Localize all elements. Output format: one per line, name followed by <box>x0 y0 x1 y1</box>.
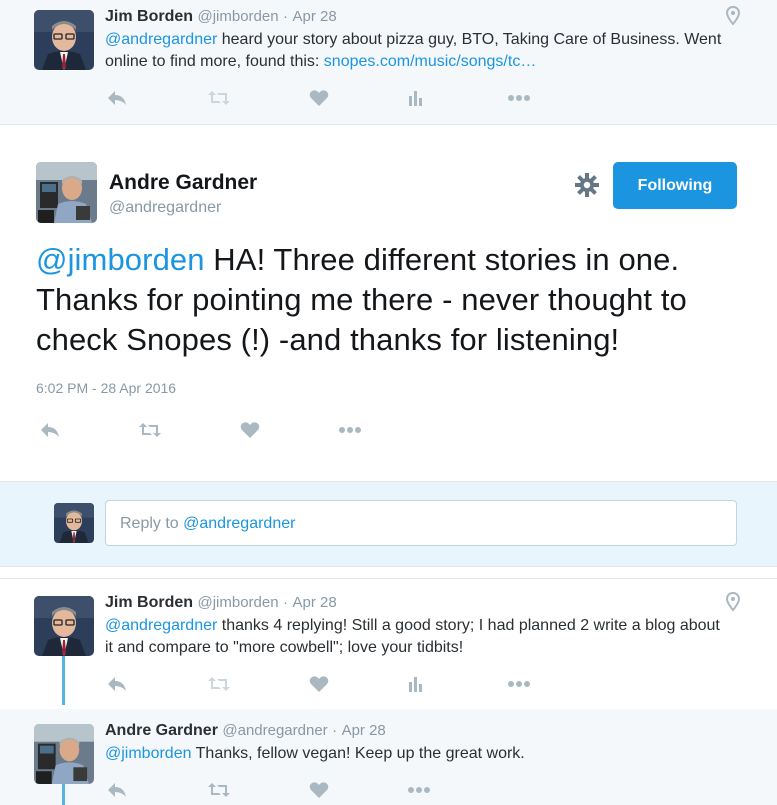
thread-connector <box>62 656 65 705</box>
mention-link[interactable]: @jimborden <box>105 745 192 762</box>
like-icon[interactable] <box>307 778 331 802</box>
tweet-text: @andregardner thanks 4 replying! Still a… <box>105 615 725 659</box>
analytics-icon[interactable] <box>403 86 427 110</box>
author-name[interactable]: Jim Borden <box>105 594 193 611</box>
analytics-icon[interactable] <box>403 672 427 696</box>
following-button[interactable]: Following <box>613 162 737 209</box>
tweet-date[interactable]: Apr 28 <box>292 594 336 611</box>
tweet-text: @andregardner heard your story about piz… <box>105 29 725 73</box>
reply-placeholder-mention: @andregardner <box>183 515 296 532</box>
current-user-avatar <box>54 503 94 543</box>
retweet-icon[interactable] <box>136 418 164 442</box>
tweet-text: @jimborden Thanks, fellow vegan! Keep up… <box>105 743 725 765</box>
like-icon[interactable] <box>307 86 331 110</box>
mention-link[interactable]: @andregardner <box>105 617 217 634</box>
author-handle[interactable]: @jimborden <box>197 594 278 611</box>
tweet-header: Jim Borden @jimborden · Apr 28 <box>105 593 337 613</box>
reply-placeholder-prefix: Reply to <box>120 515 184 532</box>
reply-icon[interactable] <box>105 778 129 802</box>
separator-dot: · <box>283 594 289 611</box>
separator-dot: · <box>332 722 338 739</box>
retweet-icon[interactable] <box>207 86 231 110</box>
avatar[interactable] <box>34 596 94 656</box>
mention-link[interactable]: @andregardner <box>105 31 217 48</box>
reply-icon[interactable] <box>105 86 129 110</box>
more-icon[interactable] <box>507 86 531 110</box>
tweet-header: Jim Borden @jimborden · Apr 28 <box>105 7 337 27</box>
more-icon[interactable] <box>407 778 431 802</box>
main-author-name[interactable]: Andre Gardner <box>109 171 257 195</box>
author-name[interactable]: Jim Borden <box>105 8 193 25</box>
url-link[interactable]: snopes.com/music/songs/tc… <box>324 53 537 70</box>
divider <box>0 124 777 125</box>
more-icon[interactable] <box>336 418 364 442</box>
like-icon[interactable] <box>236 418 264 442</box>
tweet-text-content: Thanks, fellow vegan! Keep up the great … <box>191 745 525 762</box>
tweet-timestamp[interactable]: 6:02 PM - 28 Apr 2016 <box>36 380 176 396</box>
main-tweet-text: @jimborden HA! Three different stories i… <box>36 240 756 360</box>
thread-connector <box>62 784 65 805</box>
location-icon[interactable] <box>725 592 741 612</box>
avatar[interactable] <box>34 10 94 70</box>
like-icon[interactable] <box>307 672 331 696</box>
separator-dot: · <box>283 8 289 25</box>
reply-input[interactable]: Reply to @andregardner <box>105 500 737 546</box>
author-handle[interactable]: @jimborden <box>197 8 278 25</box>
tweet-date[interactable]: Apr 28 <box>342 722 386 739</box>
more-icon[interactable] <box>507 672 531 696</box>
mention-link[interactable]: @jimborden <box>36 242 205 277</box>
retweet-icon[interactable] <box>207 778 231 802</box>
gear-icon[interactable] <box>574 172 600 198</box>
retweet-icon[interactable] <box>207 672 231 696</box>
main-author-handle[interactable]: @andregardner <box>109 199 221 217</box>
author-handle[interactable]: @andregardner <box>222 722 327 739</box>
avatar[interactable] <box>34 724 94 784</box>
author-name[interactable]: Andre Gardner <box>105 722 218 739</box>
tweet-header: Andre Gardner @andregardner · Apr 28 <box>105 721 386 741</box>
main-avatar[interactable] <box>36 162 97 223</box>
tweet-date[interactable]: Apr 28 <box>292 8 336 25</box>
reply-icon[interactable] <box>105 672 129 696</box>
reply-icon[interactable] <box>36 418 64 442</box>
location-icon[interactable] <box>725 6 741 26</box>
